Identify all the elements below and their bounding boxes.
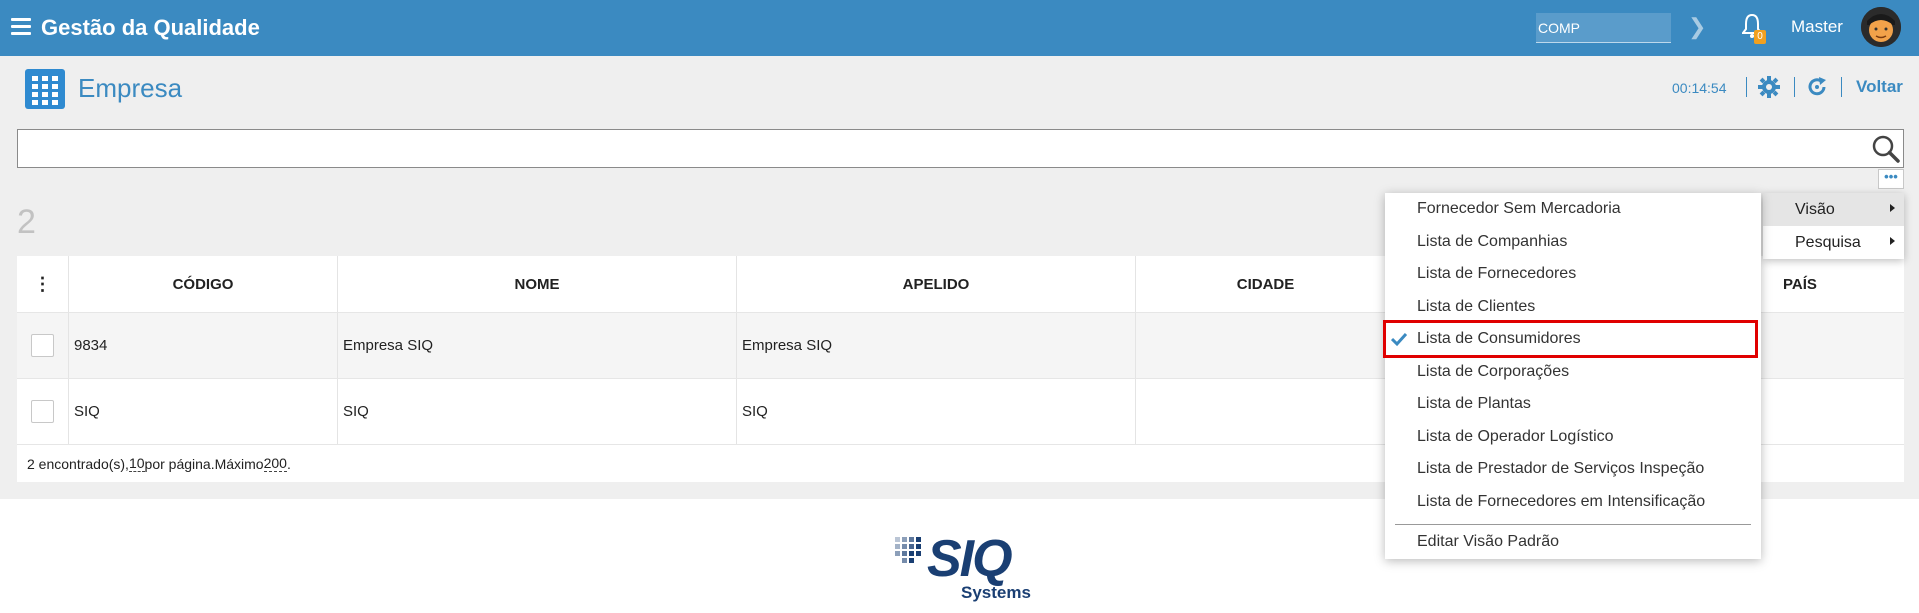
- view-option[interactable]: Lista de Fornecedores em Intensificação: [1385, 486, 1761, 518]
- options-menu: Visão Pesquisa: [1763, 193, 1904, 259]
- cell-codigo: SIQ: [69, 379, 338, 444]
- chevron-right-icon[interactable]: ❯: [1688, 14, 1706, 40]
- edit-default-view-option[interactable]: Editar Visão Padrão: [1385, 526, 1761, 558]
- column-header-cidade[interactable]: CIDADE: [1136, 256, 1396, 312]
- divider: [1794, 77, 1795, 97]
- divider: [1841, 77, 1842, 97]
- results-count: 2: [17, 203, 36, 241]
- back-button[interactable]: Voltar: [1856, 77, 1903, 97]
- view-option[interactable]: Lista de Operador Logístico: [1385, 421, 1761, 453]
- more-options-button[interactable]: •••: [1878, 169, 1904, 189]
- page-title: Empresa: [78, 73, 183, 103]
- row-checkbox[interactable]: [31, 400, 54, 423]
- footer-found-text: 2 encontrado(s),: [27, 455, 129, 472]
- top-bar: Gestão da Qualidade ❯ 0 Master: [0, 0, 1919, 56]
- view-option[interactable]: Lista de Prestador de Serviços Inspeção: [1385, 453, 1761, 485]
- column-header-codigo[interactable]: CÓDIGO: [69, 256, 338, 312]
- footer-middle-text: por página.Máximo: [144, 455, 264, 472]
- search-icon[interactable]: [1871, 134, 1901, 164]
- max-results-selector[interactable]: 200: [263, 455, 287, 472]
- column-header-pais[interactable]: PAÍS: [1783, 256, 1817, 312]
- cell-nome: Empresa SIQ: [338, 313, 737, 378]
- notification-badge: 0: [1754, 30, 1766, 44]
- divider: [1746, 77, 1747, 97]
- logo-brand: SIQ: [927, 530, 1013, 588]
- row-checkbox[interactable]: [31, 334, 54, 357]
- cell-cidade: [1136, 379, 1396, 444]
- cell-apelido: Empresa SIQ: [737, 313, 1136, 378]
- view-option[interactable]: Fornecedor Sem Mercadoria: [1385, 193, 1761, 225]
- view-option[interactable]: Lista de Fornecedores: [1385, 258, 1761, 290]
- cell-apelido: SIQ: [737, 379, 1136, 444]
- cell-codigo: 9834: [69, 313, 338, 378]
- cell-nome: SIQ: [338, 379, 737, 444]
- menu-item-pesquisa[interactable]: Pesquisa: [1763, 226, 1904, 259]
- caret-right-icon: [1890, 204, 1895, 212]
- search-input[interactable]: [18, 130, 1858, 167]
- bell-icon[interactable]: 0: [1741, 13, 1766, 44]
- menu-item-label: Pesquisa: [1795, 233, 1861, 251]
- menu-divider: [1395, 524, 1751, 525]
- footer-suffix: .: [286, 455, 291, 472]
- menu-item-label: Visão: [1795, 200, 1835, 218]
- gear-icon[interactable]: [1758, 76, 1780, 98]
- view-option[interactable]: Lista de Plantas: [1385, 388, 1761, 420]
- logo-subtitle: Systems: [961, 583, 1031, 602]
- refresh-icon[interactable]: [1806, 76, 1828, 98]
- selection-highlight-box: [1383, 320, 1758, 358]
- view-option[interactable]: Lista de Companhias: [1385, 226, 1761, 258]
- menu-item-visao[interactable]: Visão: [1763, 193, 1904, 226]
- column-options-icon[interactable]: ⋮: [17, 256, 69, 312]
- row-select-cell: [17, 379, 69, 444]
- logo-grid-icon: [895, 537, 921, 563]
- hamburger-menu-icon[interactable]: [11, 18, 31, 36]
- building-icon[interactable]: [24, 68, 66, 110]
- siq-logo: SIQ Systems: [893, 530, 1033, 603]
- app-title: Gestão da Qualidade: [41, 15, 260, 40]
- cell-cidade: [1136, 313, 1396, 378]
- column-header-apelido[interactable]: APELIDO: [737, 256, 1136, 312]
- per-page-selector[interactable]: 10: [128, 455, 145, 472]
- user-name[interactable]: Master: [1791, 17, 1843, 37]
- search-bar: [17, 129, 1904, 168]
- session-timer: 00:14:54: [1672, 80, 1727, 96]
- view-option[interactable]: Lista de Corporações: [1385, 356, 1761, 388]
- view-option[interactable]: Lista de Clientes: [1385, 291, 1761, 323]
- view-list-dropdown: Fornecedor Sem Mercadoria Lista de Compa…: [1383, 193, 1761, 559]
- column-header-nome[interactable]: NOME: [338, 256, 737, 312]
- row-select-cell: [17, 313, 69, 378]
- caret-right-icon: [1890, 237, 1895, 245]
- avatar[interactable]: [1861, 7, 1901, 47]
- company-input[interactable]: [1536, 13, 1671, 43]
